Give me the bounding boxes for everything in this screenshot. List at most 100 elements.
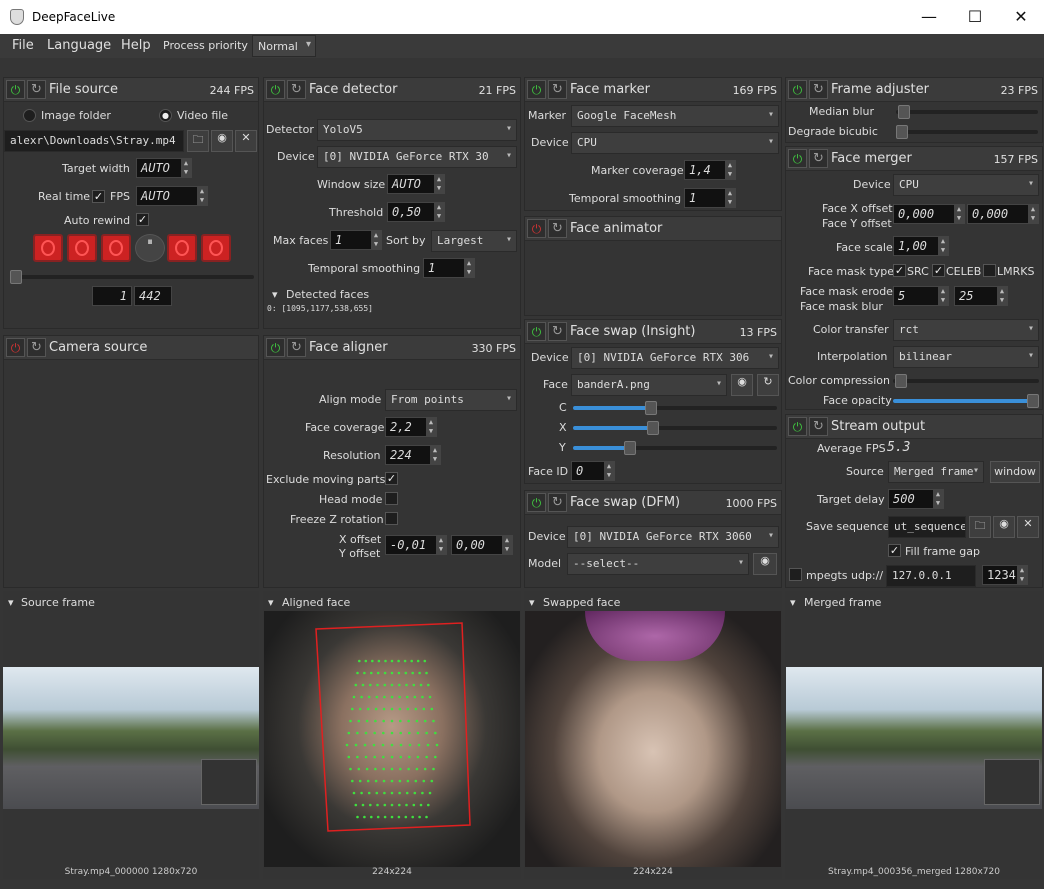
prev-frame-button[interactable] <box>67 234 97 262</box>
exclude-moving-parts-checkbox[interactable]: ✓ <box>385 472 398 485</box>
median-blur-slider[interactable] <box>896 105 1038 119</box>
power-icon[interactable]: ⏻ <box>266 338 285 357</box>
refresh-icon[interactable]: ↻ <box>548 493 567 512</box>
sort-by-select[interactable]: Largest ▾ <box>431 230 517 252</box>
fill-frame-gap-checkbox[interactable]: ✓ <box>888 544 901 557</box>
power-icon[interactable]: ⏻ <box>6 80 25 99</box>
video-file-radio[interactable]: ● <box>159 109 172 122</box>
eye-icon[interactable]: ◉ <box>211 130 233 152</box>
priority-select[interactable]: Normal ▾ <box>252 35 316 57</box>
refresh-icon[interactable]: ↻ <box>548 80 567 99</box>
device-select[interactable]: CPU ▾ <box>893 174 1039 196</box>
interpolation-select[interactable]: bilinear ▾ <box>893 346 1039 368</box>
power-icon[interactable]: ⏻ <box>788 149 807 168</box>
face-coverage-spinner[interactable]: 2,2 ▲ ▼ <box>385 417 437 437</box>
color-transfer-select[interactable]: rct ▾ <box>893 319 1039 341</box>
chevron-down-icon[interactable]: ▾ <box>8 596 14 609</box>
face-x-spinner[interactable]: 0,000 ▲ ▼ <box>893 204 965 224</box>
face-id-spinner[interactable]: 0 ▲ ▼ <box>571 461 615 481</box>
power-icon[interactable]: ⏻ <box>266 80 285 99</box>
close-button[interactable]: ✕ <box>998 0 1044 34</box>
window-size-spinner[interactable]: AUTO ▲ ▼ <box>387 174 445 194</box>
mask-erode-spinner[interactable]: 5 ▲ ▼ <box>893 286 949 306</box>
auto-rewind-checkbox[interactable]: ✓ <box>136 213 149 226</box>
refresh-icon[interactable]: ↻ <box>548 219 567 238</box>
refresh-icon[interactable]: ↻ <box>757 374 779 396</box>
chevron-down-icon[interactable]: ▾ <box>268 596 274 609</box>
power-icon[interactable]: ⏻ <box>527 80 546 99</box>
face-scale-spinner[interactable]: 1,00 ▲ ▼ <box>893 236 949 256</box>
eye-icon[interactable]: ◉ <box>753 553 777 575</box>
power-icon[interactable]: ⏻ <box>788 80 807 99</box>
detector-select[interactable]: YoloV5 ▾ <box>317 119 517 141</box>
c-slider[interactable] <box>573 401 777 415</box>
y-offset-spinner[interactable]: 0,00 ▲ ▼ <box>451 535 513 555</box>
folder-open-icon[interactable]: 🗀 <box>969 516 991 538</box>
last-frame-button[interactable] <box>201 234 231 262</box>
power-icon[interactable]: ⏻ <box>527 219 546 238</box>
menu-language[interactable]: Language <box>47 38 111 53</box>
pause-button[interactable]: ⏸ <box>135 234 165 262</box>
device-select[interactable]: [0] NVIDIA GeForce RTX 306 ▾ <box>571 347 779 369</box>
save-sequence-input[interactable]: ut_sequence <box>888 516 966 538</box>
device-select[interactable]: [0] NVIDIA GeForce RTX 3060 ▾ <box>567 526 779 548</box>
mpegts-checkbox[interactable] <box>789 568 802 581</box>
threshold-spinner[interactable]: 0,50 ▲ ▼ <box>387 202 445 222</box>
refresh-icon[interactable]: ↻ <box>27 338 46 357</box>
face-opacity-slider[interactable] <box>893 394 1039 408</box>
lmrks-checkbox[interactable] <box>983 264 996 277</box>
path-input[interactable]: alexr\Downloads\Stray.mp4 <box>4 130 184 152</box>
device-select[interactable]: [0] NVIDIA GeForce RTX 30 ▾ <box>317 146 517 168</box>
model-select[interactable]: --select-- ▾ <box>567 553 749 575</box>
eye-icon[interactable]: ◉ <box>731 374 753 396</box>
refresh-icon[interactable]: ↻ <box>287 80 306 99</box>
target-width-spinner[interactable]: AUTO ▲ ▼ <box>136 158 192 178</box>
power-icon[interactable]: ⏻ <box>527 322 546 341</box>
fps-spinner[interactable]: AUTO ▲ ▼ <box>136 186 208 206</box>
marker-coverage-spinner[interactable]: 1,4 ▲ ▼ <box>684 160 736 180</box>
chevron-down-icon[interactable]: ▾ <box>529 596 535 609</box>
real-time-checkbox[interactable]: ✓ <box>92 190 105 203</box>
power-icon[interactable]: ⏻ <box>788 417 807 436</box>
close-icon[interactable]: ✕ <box>1017 516 1039 538</box>
refresh-icon[interactable]: ↻ <box>809 80 828 99</box>
power-icon[interactable]: ⏻ <box>527 493 546 512</box>
power-icon[interactable]: ⏻ <box>6 338 25 357</box>
chevron-down-icon[interactable]: ▾ <box>272 288 278 301</box>
mask-blur-spinner[interactable]: 25 ▲ ▼ <box>954 286 1008 306</box>
color-compression-slider[interactable] <box>893 374 1039 388</box>
temporal-smoothing-spinner[interactable]: 1 ▲ ▼ <box>684 188 736 208</box>
timeline-slider[interactable] <box>10 270 254 284</box>
minimize-button[interactable]: — <box>906 0 952 34</box>
image-folder-radio[interactable] <box>23 109 36 122</box>
refresh-icon[interactable]: ↻ <box>809 417 828 436</box>
maximize-button[interactable]: ☐ <box>952 0 998 34</box>
temporal-smoothing-spinner[interactable]: 1 ▲ ▼ <box>423 258 475 278</box>
first-frame-button[interactable] <box>33 234 63 262</box>
device-select[interactable]: CPU ▾ <box>571 132 779 154</box>
refresh-icon[interactable]: ↻ <box>809 149 828 168</box>
refresh-icon[interactable]: ↻ <box>287 338 306 357</box>
next-frame-button[interactable] <box>167 234 197 262</box>
menu-file[interactable]: File <box>12 38 34 53</box>
close-icon[interactable]: ✕ <box>235 130 257 152</box>
chevron-down-icon[interactable]: ▾ <box>790 596 796 609</box>
resolution-spinner[interactable]: 224 ▲ ▼ <box>385 445 441 465</box>
src-checkbox[interactable]: ✓ <box>893 264 906 277</box>
ip-input[interactable]: 127.0.0.1 <box>886 565 976 587</box>
max-faces-spinner[interactable]: 1 ▲ ▼ <box>330 230 382 250</box>
align-mode-select[interactable]: From points ▾ <box>385 389 517 411</box>
face-select[interactable]: banderA.png ▾ <box>571 374 727 396</box>
face-y-spinner[interactable]: 0,000 ▲ ▼ <box>967 204 1039 224</box>
port-spinner[interactable]: 1234 ▲ ▼ <box>982 565 1028 585</box>
frame-current[interactable]: 1 <box>92 286 132 306</box>
target-delay-spinner[interactable]: 500 ▲ ▼ <box>888 489 944 509</box>
degrade-bicubic-slider[interactable] <box>896 125 1038 139</box>
x-offset-spinner[interactable]: -0,01 ▲ ▼ <box>385 535 447 555</box>
celeb-checkbox[interactable]: ✓ <box>932 264 945 277</box>
source-select[interactable]: Merged frame ▾ <box>888 461 984 483</box>
x-slider[interactable] <box>573 421 777 435</box>
window-button[interactable]: window <box>990 461 1040 483</box>
folder-open-icon[interactable]: 🗀 <box>187 130 209 152</box>
refresh-icon[interactable]: ↻ <box>548 322 567 341</box>
